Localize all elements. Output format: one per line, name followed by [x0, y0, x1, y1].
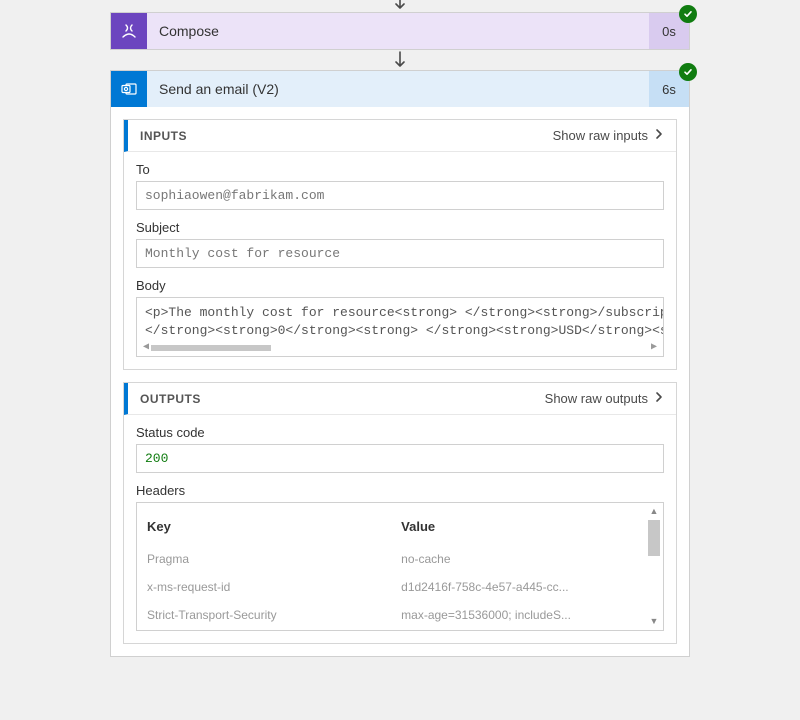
compose-icon [111, 13, 147, 49]
body-label: Body [136, 278, 664, 293]
arrow-down-icon [392, 0, 408, 12]
outputs-panel-title: OUTPUTS [140, 392, 201, 406]
header-key: Strict-Transport-Security [137, 602, 391, 630]
header-value-column: Value [391, 503, 663, 546]
show-raw-inputs-link[interactable]: Show raw inputs [553, 128, 664, 143]
header-key: x-ms-request-id [137, 574, 391, 602]
chevron-right-icon [654, 128, 664, 143]
success-badge [679, 63, 697, 81]
headers-label: Headers [136, 483, 664, 498]
body-line1: <p>The monthly cost for resource<strong>… [145, 304, 655, 322]
to-value[interactable]: sophiaowen@fabrikam.com [136, 181, 664, 210]
success-badge [679, 5, 697, 23]
to-label: To [136, 162, 664, 177]
compose-title: Compose [147, 13, 649, 49]
body-horizontal-scrollbar[interactable]: ◀▶ [143, 343, 657, 353]
header-value: max-age=31536000; includeS... [391, 602, 663, 630]
headers-vertical-scrollbar[interactable]: ▲▼ [647, 505, 661, 628]
table-row: Pragma no-cache [137, 546, 663, 574]
table-header-row: Key Value [137, 503, 663, 546]
subject-label: Subject [136, 220, 664, 235]
header-value: d1d2416f-758c-4e57-a445-cc... [391, 574, 663, 602]
table-row: Strict-Transport-Security max-age=315360… [137, 602, 663, 630]
status-code-value[interactable]: 200 [136, 444, 664, 473]
headers-table: ▲▼ Key Value [136, 502, 664, 631]
header-key: Pragma [137, 546, 391, 574]
inputs-panel: INPUTS Show raw inputs To sophiaowen@fab… [123, 119, 677, 370]
body-value[interactable]: <p>The monthly cost for resource<strong>… [136, 297, 664, 357]
status-code-label: Status code [136, 425, 664, 440]
outputs-panel: OUTPUTS Show raw outputs Status code 200 [123, 382, 677, 644]
header-value: no-cache [391, 546, 663, 574]
chevron-right-icon [654, 391, 664, 406]
show-raw-outputs-link[interactable]: Show raw outputs [545, 391, 664, 406]
header-key-column: Key [137, 503, 391, 546]
send-email-action-card[interactable]: Send an email (V2) 6s INPUTS Show raw in… [110, 70, 690, 657]
subject-value[interactable]: Monthly cost for resource [136, 239, 664, 268]
show-raw-outputs-label: Show raw outputs [545, 391, 648, 406]
body-line2: </strong><strong>0</strong><strong> </st… [145, 322, 655, 340]
send-email-title: Send an email (V2) [147, 71, 649, 107]
compose-action-card[interactable]: Compose 0s [110, 12, 690, 50]
arrow-down-icon [392, 50, 408, 70]
outlook-icon [111, 71, 147, 107]
show-raw-inputs-label: Show raw inputs [553, 128, 648, 143]
inputs-panel-title: INPUTS [140, 129, 187, 143]
table-row: x-ms-request-id d1d2416f-758c-4e57-a445-… [137, 574, 663, 602]
